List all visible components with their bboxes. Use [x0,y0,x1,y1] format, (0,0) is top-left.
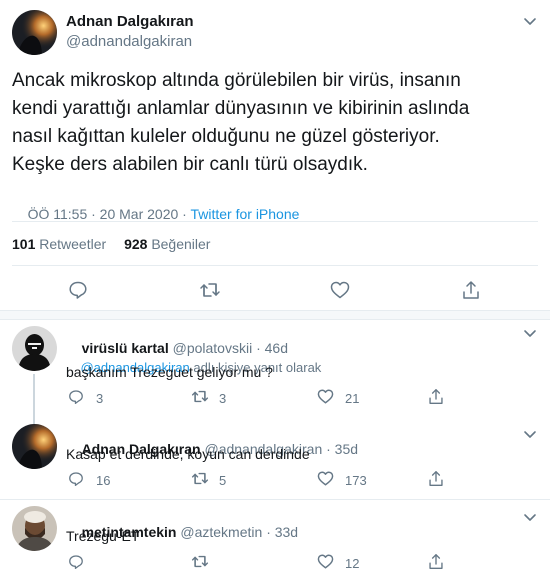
tweet-text: Ancak mikroskop altında görülebilen bir … [12,67,542,179]
reply-text: Trezegu-ET [66,528,140,544]
retweet-count: 3 [219,390,227,406]
divider [12,221,538,222]
reply-action[interactable] [68,554,96,572]
reply-count: 16 [96,472,111,488]
share-icon[interactable] [462,280,480,300]
reply-text: Kasap et derdinde, koyun can derdinde [66,446,310,462]
like-count: 928 [124,236,148,252]
divider [0,310,550,311]
like-icon [317,471,335,489]
retweet-action[interactable]: 5 [191,471,226,489]
reply-icon[interactable] [68,280,88,300]
reply-action[interactable]: 3 [68,389,103,407]
like-action[interactable]: 21 [317,389,359,407]
like-action[interactable]: 12 [317,554,359,572]
tweet-text-line: nasıl kağıttan kuleler olduğunu ne güzel… [12,126,440,147]
like-icon [317,554,335,572]
retweet-icon[interactable] [199,281,221,299]
divider [12,265,538,266]
thread-line [33,374,35,426]
tweet-stats: 101 Retweetler 928 Beğeniler [12,236,210,252]
like-count: 173 [345,472,367,488]
avatar[interactable] [12,424,57,469]
retweet-count: 5 [219,472,227,488]
reply-text: başkanım Trezeguet geliyor mu ? [66,364,273,380]
chevron-down-icon[interactable] [522,426,538,442]
retweets-stat[interactable]: 101 Retweetler [12,236,110,252]
reply-icon [68,554,86,572]
reply-icon [68,389,86,407]
like-icon [317,389,335,407]
share-icon[interactable] [428,388,444,405]
author-handle[interactable]: @adnandalgakiran [66,33,192,50]
retweet-icon [191,389,209,407]
reply-age[interactable]: · 33d [266,524,298,540]
avatar[interactable] [12,506,57,551]
retweet-action[interactable]: 3 [191,389,226,407]
tweet-text-line: Ancak mikroskop altında görülebilen bir … [12,70,461,91]
reply-author-handle[interactable]: @aztekmetin [180,524,262,540]
divider [0,319,550,320]
reply-age[interactable]: · 35d [326,441,358,457]
likes-stat[interactable]: 928 Beğeniler [124,236,210,252]
chevron-down-icon[interactable] [522,509,538,525]
share-icon[interactable] [428,470,444,487]
like-action[interactable]: 173 [317,471,367,489]
tweet-meta: ÖÖ 11:55 · 20 Mar 2020 · Twitter for iPh… [12,190,300,238]
retweet-icon [191,471,209,489]
chevron-down-icon[interactable] [522,13,538,29]
chevron-down-icon[interactable] [522,325,538,341]
avatar[interactable] [12,326,57,371]
tweet-text-line: kendi yarattığı anlamlar dünyasının ve k… [12,98,470,119]
divider [0,499,550,500]
tweet-timestamp[interactable]: ÖÖ 11:55 · 20 Mar 2020 · [28,206,191,222]
reply-action[interactable]: 16 [68,471,110,489]
share-icon[interactable] [428,553,444,570]
reply-icon [68,471,86,489]
reply-count: 3 [96,390,104,406]
like-count: 21 [345,390,360,406]
tweet-source-link[interactable]: Twitter for iPhone [190,206,299,222]
retweet-label: Retweetler [39,236,107,252]
like-count: 12 [345,555,360,571]
tweet-text-line: Keşke ders alabilen bir canlı türü olsay… [12,154,368,175]
author-name[interactable]: Adnan Dalgakıran [66,13,194,30]
like-label: Beğeniler [151,236,211,252]
retweet-icon [191,554,209,572]
retweet-count: 101 [12,236,36,252]
avatar[interactable] [12,10,57,55]
like-icon[interactable] [330,281,350,299]
retweet-action[interactable] [191,554,219,572]
